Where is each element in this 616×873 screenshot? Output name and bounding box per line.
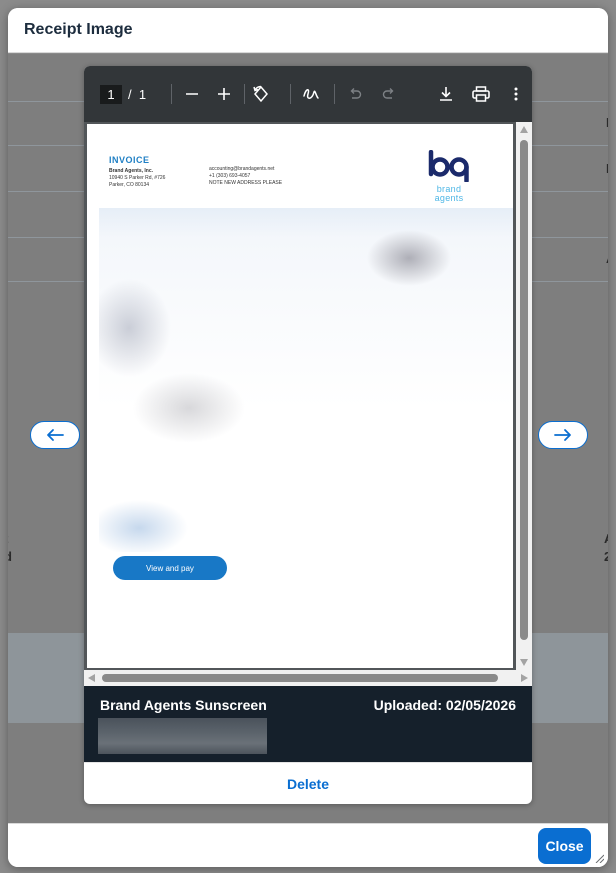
toolbar-divider bbox=[171, 84, 172, 104]
invoice-address-line-1: 10940 S Parker Rd, #726 bbox=[109, 175, 166, 181]
upload-date: Uploaded: 02/05/2026 bbox=[373, 697, 516, 713]
ghost-panel bbox=[532, 633, 608, 723]
delete-row: Delete bbox=[84, 762, 532, 804]
ghost-text: d bbox=[8, 549, 12, 564]
toolbar-divider bbox=[244, 84, 245, 104]
download-button[interactable] bbox=[436, 84, 456, 104]
invoice-company: Brand Agents, Inc. bbox=[109, 168, 153, 174]
ghost-divider bbox=[8, 53, 608, 54]
draw-icon bbox=[303, 89, 319, 99]
invoice-note: NOTE NEW ADDRESS PLEASE bbox=[209, 180, 283, 186]
toolbar-divider bbox=[290, 84, 291, 104]
ghost-panel bbox=[8, 633, 84, 723]
receipt-info-bar: Brand Agents Sunscreen Uploaded: 02/05/2… bbox=[84, 686, 532, 762]
previous-receipt-button[interactable] bbox=[30, 421, 80, 449]
page-count: / 1 bbox=[128, 87, 146, 102]
ghost-text: A bbox=[604, 531, 608, 546]
page-number-input[interactable]: 1 bbox=[100, 85, 122, 104]
pdf-viewport[interactable]: INVOICE Brand Agents, Inc. 10940 S Parke… bbox=[84, 122, 532, 686]
view-and-pay-button[interactable]: View and pay bbox=[113, 556, 227, 580]
zoom-in-button[interactable] bbox=[214, 84, 234, 104]
scroll-right-icon[interactable] bbox=[521, 674, 528, 682]
rotate-icon bbox=[253, 85, 268, 103]
close-button[interactable]: Close bbox=[538, 828, 591, 864]
horizontal-scroll-thumb[interactable] bbox=[102, 674, 498, 682]
receipt-name: Brand Agents Sunscreen bbox=[100, 697, 267, 713]
logo-word-agents: agents bbox=[434, 193, 464, 203]
scroll-left-icon[interactable] bbox=[88, 674, 95, 682]
horizontal-scrollbar[interactable] bbox=[84, 670, 532, 686]
more-options-button[interactable] bbox=[508, 84, 524, 104]
ghost-text: A bbox=[606, 251, 608, 266]
vertical-scrollbar[interactable] bbox=[516, 122, 532, 670]
brand-agents-logo-icon bbox=[428, 150, 469, 182]
minus-icon bbox=[186, 93, 198, 95]
receipt-viewer-card: 1 / 1 INVOICE Brand Agents, Inc. 10940 S… bbox=[84, 66, 532, 804]
delete-button[interactable]: Delete bbox=[281, 775, 335, 793]
invoice-phone: +1 (303) 693-4057 bbox=[209, 173, 251, 179]
resize-grip-icon[interactable] bbox=[594, 853, 604, 863]
more-vertical-icon bbox=[514, 87, 518, 101]
toolbar-divider bbox=[334, 84, 335, 104]
arrow-left-icon bbox=[47, 429, 64, 441]
zoom-out-button[interactable] bbox=[182, 84, 202, 104]
total-pages: 1 bbox=[138, 87, 147, 102]
scroll-down-icon[interactable] bbox=[520, 659, 528, 666]
ghost-text: N bbox=[606, 115, 608, 130]
scroll-up-icon[interactable] bbox=[520, 126, 528, 133]
plus-icon bbox=[218, 88, 230, 100]
rotate-button[interactable] bbox=[250, 84, 272, 104]
invoice-address-line-2: Parker, CO 80134 bbox=[109, 182, 150, 188]
next-receipt-button[interactable] bbox=[538, 421, 588, 449]
redo-button[interactable] bbox=[380, 84, 398, 104]
print-button[interactable] bbox=[470, 84, 492, 104]
page-separator: / bbox=[128, 87, 132, 102]
arrow-right-icon bbox=[554, 429, 571, 441]
dialog-footer: Close bbox=[8, 823, 608, 867]
download-icon bbox=[440, 87, 452, 101]
dialog-header: Receipt Image bbox=[8, 8, 608, 53]
annotate-button[interactable] bbox=[300, 84, 322, 104]
pdf-toolbar: 1 / 1 bbox=[84, 66, 532, 122]
undo-icon bbox=[350, 88, 362, 99]
undo-button[interactable] bbox=[346, 84, 364, 104]
redacted-details bbox=[98, 718, 267, 754]
ghost-text: 2 bbox=[604, 549, 608, 564]
vertical-scroll-thumb[interactable] bbox=[520, 140, 528, 640]
dialog-title: Receipt Image bbox=[24, 21, 133, 38]
invoice-email: accounting@brandagents.net bbox=[209, 166, 275, 172]
print-icon bbox=[472, 86, 490, 102]
redacted-invoice-content bbox=[99, 208, 513, 552]
ghost-text: P bbox=[606, 161, 608, 176]
pdf-page: INVOICE Brand Agents, Inc. 10940 S Parke… bbox=[87, 124, 513, 668]
invoice-title: INVOICE bbox=[109, 155, 150, 165]
redo-icon bbox=[382, 88, 394, 99]
